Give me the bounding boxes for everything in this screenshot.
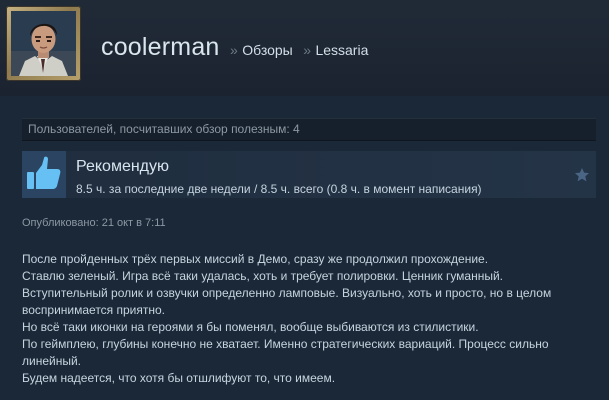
thumbs-up-icon <box>22 151 66 198</box>
helpful-count-text: Пользователей, посчитавших обзор полезны… <box>28 122 300 136</box>
recommendation-box: Рекомендую 8.5 ч. за последние две недел… <box>22 151 596 198</box>
review-line: Но всё таки иконки на героями я бы помен… <box>22 320 479 334</box>
avatar[interactable] <box>6 6 81 81</box>
breadcrumb: coolerman » Обзоры » Lessaria <box>101 33 368 62</box>
review-line: Вступительный ролик и озвучки определенн… <box>22 286 552 317</box>
username-link[interactable]: coolerman <box>101 33 220 61</box>
review-line: Ставлю зеленый. Игра всё таки удалась, х… <box>22 269 504 283</box>
playtime-hours: 8.5 ч. за последние две недели / 8.5 ч. … <box>76 182 482 196</box>
helpful-count-bar: Пользователей, посчитавших обзор полезны… <box>22 118 596 141</box>
breadcrumb-separator: » <box>303 42 311 58</box>
avatar-image <box>11 11 76 76</box>
recommendation-title[interactable]: Рекомендую <box>76 158 169 176</box>
review-text: После пройденных трёх первых миссий в Де… <box>22 251 594 387</box>
breadcrumb-game[interactable]: Lessaria <box>315 42 368 58</box>
review-line: После пройденных трёх первых миссий в Де… <box>22 252 489 266</box>
review-line: По геймплею, глубины конечно не хватает.… <box>22 337 549 368</box>
posted-date: Опубликовано: 21 окт в 7:11 <box>22 217 166 229</box>
profile-header: coolerman » Обзоры » Lessaria <box>0 0 609 96</box>
breadcrumb-reviews[interactable]: Обзоры <box>242 42 293 58</box>
star-icon[interactable] <box>574 167 590 183</box>
breadcrumb-separator: » <box>229 42 238 58</box>
review-line: Будем надеется, что хотя бы отшлифуют то… <box>22 371 336 385</box>
